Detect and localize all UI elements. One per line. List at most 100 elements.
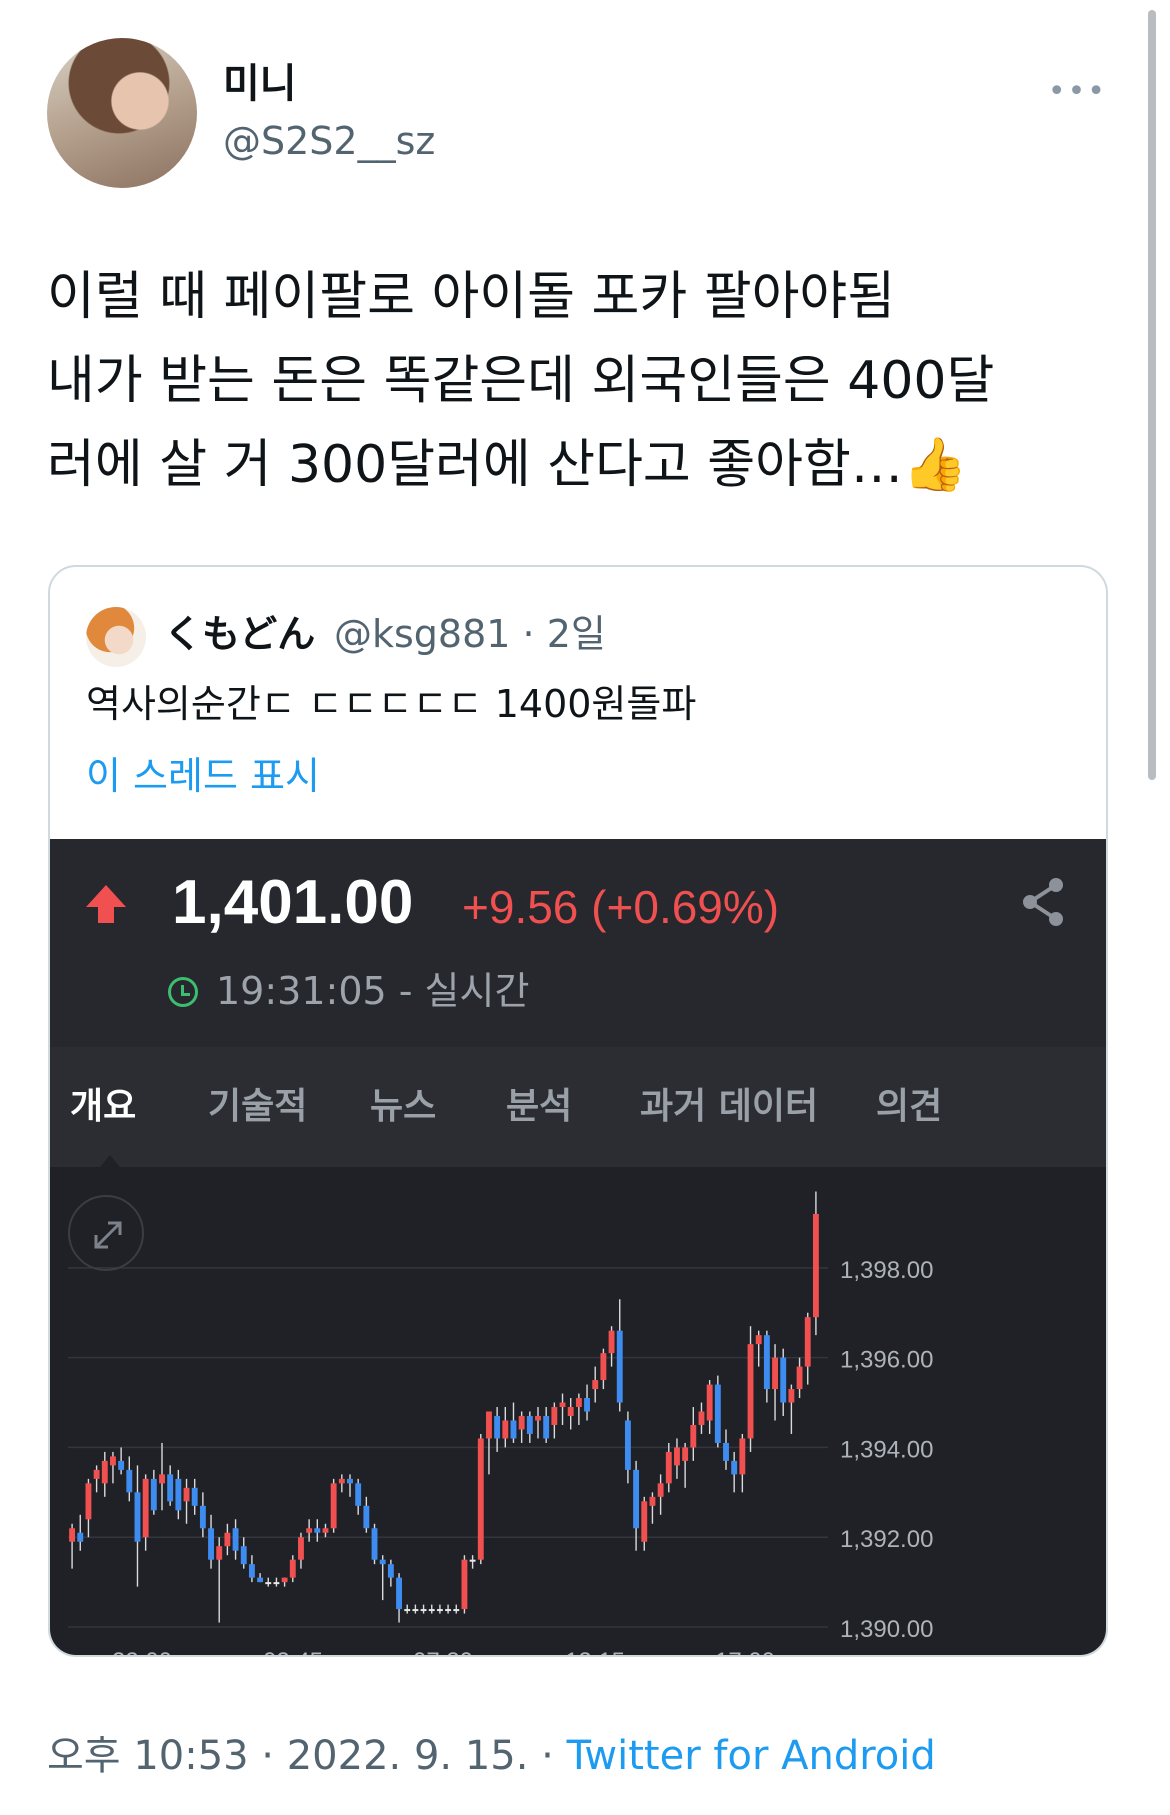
candle-body bbox=[714, 1384, 721, 1443]
candle-body bbox=[649, 1496, 656, 1506]
candle-body bbox=[804, 1317, 811, 1367]
candle-body bbox=[616, 1330, 623, 1403]
candle-body bbox=[436, 1609, 443, 1612]
expand-icon bbox=[94, 1221, 122, 1249]
candle-body bbox=[396, 1577, 402, 1610]
expand-chart-button[interactable] bbox=[68, 1195, 144, 1271]
candle-body bbox=[412, 1609, 419, 1612]
x-tick-label: 22:00 bbox=[112, 1648, 172, 1657]
realtime-timestamp: 19:31:05 - 실시간 bbox=[216, 969, 530, 1013]
candle-body bbox=[322, 1528, 329, 1533]
candle-body bbox=[657, 1483, 664, 1497]
quoted-author-handle-time: @ksg881 · 2일 bbox=[334, 612, 606, 656]
candle-body bbox=[592, 1380, 599, 1390]
candle-body bbox=[355, 1483, 362, 1506]
candle-body bbox=[183, 1487, 190, 1502]
candle-body bbox=[633, 1469, 640, 1529]
candle-body bbox=[338, 1478, 345, 1484]
candle-body bbox=[477, 1438, 484, 1560]
quoted-author-name: くもどん bbox=[164, 612, 316, 656]
quoted-tweet-text: 역사의순간ㄷ ㄷㄷㄷㄷㄷ 1400원돌파 bbox=[86, 682, 697, 726]
candle-body bbox=[420, 1609, 427, 1612]
candle-body bbox=[755, 1335, 762, 1345]
candle-body bbox=[224, 1532, 231, 1547]
quoted-author-avatar bbox=[86, 607, 146, 667]
author-avatar[interactable] bbox=[47, 38, 197, 188]
candle-body bbox=[363, 1505, 370, 1529]
candle-body bbox=[674, 1447, 680, 1466]
candle-body bbox=[624, 1420, 631, 1470]
candle-body bbox=[551, 1407, 558, 1425]
candle-body bbox=[191, 1487, 198, 1506]
x-tick-label: 02:45 bbox=[263, 1648, 323, 1657]
active-tab-caret bbox=[100, 1155, 120, 1167]
candle-body bbox=[567, 1407, 574, 1416]
quoted-tweet[interactable]: くもどん @ksg881 · 2일 역사의순간ㄷ ㄷㄷㄷㄷㄷ 1400원돌파 이… bbox=[48, 565, 1108, 1657]
attached-screenshot[interactable]: 1,401.00 +9.56 (+0.69%) 19:31:05 - 실시간 개… bbox=[50, 839, 1106, 1657]
price-chart[interactable]: 1,398.00 1,396.00 1,394.00 1,392.00 1,390.00… bbox=[50, 1167, 1106, 1657]
candle-body bbox=[314, 1528, 321, 1533]
candle-body bbox=[232, 1528, 239, 1551]
source-app-link[interactable]: Twitter for Android bbox=[567, 1733, 936, 1779]
candle-body bbox=[461, 1559, 468, 1610]
tab-technical[interactable]: 기술적 bbox=[208, 1083, 307, 1131]
y-tick-label: 1,390.00 bbox=[840, 1616, 933, 1643]
candle-body bbox=[608, 1330, 615, 1354]
candle-body bbox=[543, 1416, 550, 1439]
candle-body bbox=[486, 1411, 492, 1439]
candle-body bbox=[306, 1528, 313, 1533]
candle-body bbox=[559, 1402, 566, 1408]
candle-body bbox=[763, 1335, 770, 1390]
tab-news[interactable]: 뉴스 bbox=[370, 1083, 436, 1131]
candle-body bbox=[289, 1559, 296, 1578]
more-options-icon[interactable]: ••• bbox=[1048, 74, 1107, 109]
candle-body bbox=[134, 1492, 141, 1542]
candle-body bbox=[682, 1447, 689, 1461]
tab-historical-data[interactable]: 과거 데이터 bbox=[640, 1083, 818, 1131]
candle-body bbox=[208, 1528, 214, 1560]
y-tick-label: 1,398.00 bbox=[840, 1257, 933, 1284]
candle-body bbox=[575, 1398, 582, 1408]
candle-body bbox=[110, 1456, 116, 1466]
price-change: +9.56 (+0.69%) bbox=[462, 881, 780, 933]
quote-header: 1,401.00 +9.56 (+0.69%) 19:31:05 - 실시간 bbox=[50, 839, 1106, 1047]
y-tick-label: 1,396.00 bbox=[840, 1347, 933, 1374]
show-thread-link[interactable]: 이 스레드 표시 bbox=[86, 751, 320, 801]
candle-body bbox=[445, 1609, 452, 1612]
candle-body bbox=[199, 1505, 206, 1529]
candle-body bbox=[772, 1357, 778, 1390]
x-tick-label: 17:00 bbox=[715, 1648, 775, 1657]
candle-body bbox=[101, 1460, 108, 1484]
candle-body bbox=[812, 1213, 819, 1318]
share-icon[interactable] bbox=[1018, 875, 1068, 929]
tab-analysis[interactable]: 분석 bbox=[506, 1083, 572, 1131]
candle-body bbox=[428, 1609, 435, 1612]
candle-body bbox=[371, 1528, 378, 1560]
candle-body bbox=[150, 1478, 157, 1511]
quote-tabs: 개요 기술적 뉴스 분석 과거 데이터 의견 bbox=[50, 1047, 1106, 1167]
tab-overview[interactable]: 개요 bbox=[70, 1083, 136, 1131]
candle-body bbox=[85, 1483, 92, 1520]
tweet-meta: 오후 10:53 · 2022. 9. 15. · Twitter for An… bbox=[47, 1730, 936, 1782]
x-tick-label: 12:15 bbox=[565, 1648, 625, 1657]
candle-body bbox=[641, 1501, 648, 1542]
candle-body bbox=[796, 1366, 803, 1390]
candle-body bbox=[780, 1357, 787, 1403]
timestamp-date[interactable]: 오후 10:53 · 2022. 9. 15. · bbox=[47, 1733, 567, 1779]
x-tick-label: 07:30 bbox=[413, 1648, 473, 1657]
page-scrollbar[interactable] bbox=[1148, 10, 1156, 780]
candle-body bbox=[281, 1577, 288, 1583]
candle-body bbox=[379, 1559, 386, 1565]
candle-body bbox=[600, 1353, 607, 1381]
author-handle[interactable]: @S2S2__sz bbox=[223, 118, 435, 164]
author-display-name[interactable]: 미니 bbox=[223, 60, 297, 108]
candle-body bbox=[502, 1420, 509, 1439]
candle-body bbox=[118, 1460, 125, 1470]
candle-body bbox=[526, 1416, 533, 1434]
candle-body bbox=[387, 1564, 394, 1578]
tab-opinion[interactable]: 의견 bbox=[876, 1083, 942, 1131]
candle-body bbox=[175, 1478, 182, 1511]
candle-body bbox=[240, 1546, 247, 1565]
candle-body bbox=[723, 1442, 729, 1461]
candle-body bbox=[248, 1564, 255, 1578]
